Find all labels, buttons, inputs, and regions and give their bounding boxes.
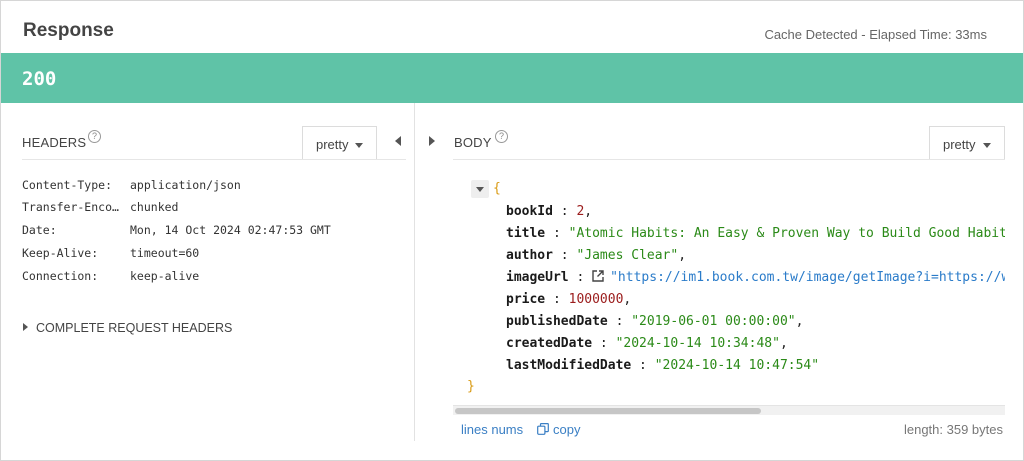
json-value: "2024-10-14 10:34:48" — [615, 336, 780, 351]
json-field: title : "Atomic Habits: An Easy & Proven… — [506, 223, 1005, 245]
json-field: bookId : 2, — [506, 204, 593, 219]
complete-request-headers-toggle[interactable]: COMPLETE REQUEST HEADERS — [23, 321, 232, 335]
chevron-down-icon — [983, 143, 991, 148]
header-key: Transfer-Enco… — [22, 200, 119, 214]
header-value: keep-alive — [130, 269, 200, 283]
json-value: "2019-06-01 00:00:00" — [631, 314, 796, 329]
external-link-icon[interactable] — [592, 270, 604, 282]
json-key: author — [506, 248, 553, 263]
chevron-right-icon — [23, 323, 28, 331]
headers-label: HEADERS — [22, 135, 87, 150]
header-key: Keep-Alive: — [22, 246, 99, 260]
lines-nums-toggle[interactable]: lines nums — [461, 422, 523, 437]
header-value: application/json — [130, 178, 241, 192]
complete-request-headers-label: COMPLETE REQUEST HEADERS — [36, 321, 233, 335]
json-viewer[interactable]: { bookId : 2, title : "Atomic Habits: An… — [453, 171, 1005, 403]
json-field: publishedDate : "2019-06-01 00:00:00", — [506, 314, 804, 329]
json-field: author : "James Clear", — [506, 248, 687, 263]
question-circle-icon[interactable]: ? — [88, 130, 101, 143]
response-length: length: 359 bytes — [903, 422, 1003, 437]
json-key: title — [506, 226, 546, 241]
headers-view-value: pretty — [316, 137, 349, 152]
header-value: Mon, 14 Oct 2024 02:47:53 GMT — [130, 223, 331, 237]
page-title: Response — [23, 20, 114, 41]
json-key: bookId — [506, 204, 553, 219]
header-value: chunked — [130, 200, 179, 214]
json-link-value[interactable]: "https://im1.book.com.tw/image/getImage?… — [610, 270, 1005, 285]
header-key: Connection: — [22, 269, 99, 283]
headers-divider — [22, 159, 406, 160]
response-panel: Response Cache Detected - Elapsed Time: … — [0, 0, 1024, 461]
json-field: imageUrl : "https://im1.book.com.tw/imag… — [506, 267, 1005, 289]
scrollbar-thumb[interactable] — [455, 408, 761, 414]
collapse-left-icon[interactable] — [391, 131, 405, 151]
copy-icon — [537, 423, 549, 435]
json-close-brace: } — [467, 379, 475, 394]
json-key: createdDate — [506, 336, 593, 351]
json-value: "Atomic Habits: An Easy & Proven Way to … — [568, 226, 1005, 241]
copy-label: copy — [553, 422, 581, 437]
copy-button[interactable]: copy — [537, 422, 580, 437]
body-view-select[interactable]: pretty — [929, 126, 1005, 160]
json-field: price : 1000000, — [506, 292, 632, 307]
question-circle-icon[interactable]: ? — [495, 130, 508, 143]
json-field: lastModifiedDate : "2024-10-14 10:47:54" — [506, 358, 820, 373]
json-open-line: { — [471, 178, 501, 200]
json-key: publishedDate — [506, 314, 608, 329]
json-field: createdDate : "2024-10-14 10:34:48", — [506, 336, 788, 351]
header-key: Date: — [22, 223, 57, 237]
headers-view-select[interactable]: pretty — [302, 126, 377, 160]
response-header: Response Cache Detected - Elapsed Time: … — [1, 1, 1023, 53]
horizontal-scrollbar[interactable] — [453, 405, 1005, 415]
body-divider — [453, 159, 1005, 160]
json-key: imageUrl — [506, 270, 569, 285]
cache-status: Cache Detected - Elapsed Time: 33ms — [764, 27, 987, 42]
expand-right-icon[interactable] — [425, 131, 439, 151]
json-value: 1000000 — [568, 292, 624, 307]
header-key: Content-Type: — [22, 178, 113, 192]
status-bar: 200 — [1, 53, 1023, 103]
chevron-down-icon — [355, 143, 363, 148]
collapse-json-icon[interactable] — [471, 179, 489, 198]
json-open-brace: { — [493, 181, 501, 196]
status-code: 200 — [22, 68, 57, 90]
header-value: timeout=60 — [130, 246, 200, 260]
json-key: price — [506, 292, 546, 307]
json-close-line: } — [467, 376, 475, 398]
json-key: lastModifiedDate — [506, 358, 632, 373]
body-label: BODY — [454, 135, 492, 150]
json-value: "James Clear" — [576, 248, 679, 263]
body-view-value: pretty — [943, 137, 976, 152]
json-value: "2024-10-14 10:47:54" — [654, 358, 820, 373]
